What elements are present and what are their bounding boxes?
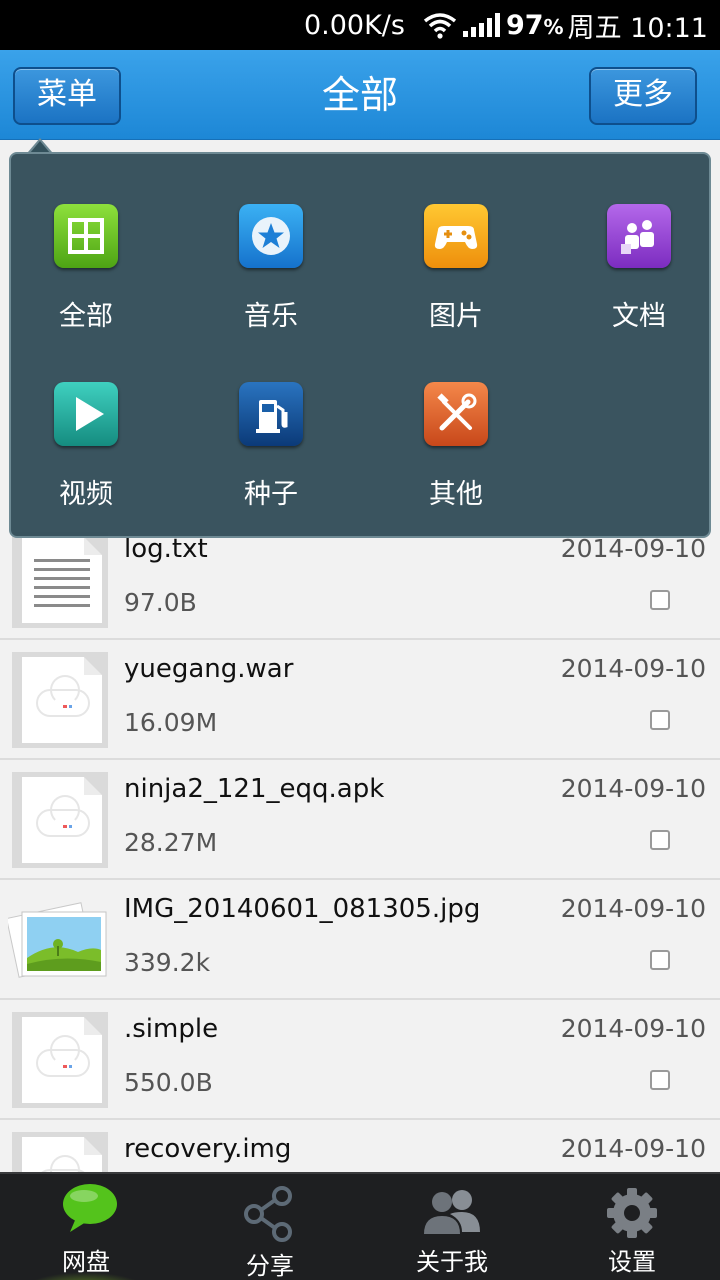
tab-about-me[interactable]: 关于我 xyxy=(362,1174,542,1280)
title-bar: 菜单 全部 更多 xyxy=(0,50,720,140)
bottom-navigation: 网盘 分享 关于我 设置 xyxy=(0,1172,720,1280)
file-row[interactable]: .simple 550.0B 2014-09-10 xyxy=(0,1000,720,1120)
file-row[interactable]: IMG_20140601_081305.jpg 339.2k 2014-09-1… xyxy=(0,880,720,1000)
file-checkbox[interactable] xyxy=(650,950,670,970)
file-size: 339.2k xyxy=(124,948,211,977)
generic-file-icon xyxy=(12,772,108,868)
menu-item-label: 音乐 xyxy=(244,301,298,332)
file-date: 2014-09-10 xyxy=(560,654,706,683)
file-size: 550.0B xyxy=(124,1068,213,1097)
menu-item-all[interactable]: 全部 xyxy=(11,204,161,364)
menu-item-label: 图片 xyxy=(429,301,483,332)
menu-item-label: 文档 xyxy=(612,301,666,332)
chat-bubble-icon xyxy=(63,1184,117,1232)
file-row[interactable]: recovery.img 2014-09-10 xyxy=(0,1120,720,1172)
file-row[interactable]: ninja2_121_eqq.apk 28.27M 2014-09-10 xyxy=(0,760,720,880)
tab-settings[interactable]: 设置 xyxy=(542,1174,720,1280)
network-speed: 0.00K/s xyxy=(303,9,405,41)
tab-label: 分享 xyxy=(246,1252,294,1280)
menu-item-label: 视频 xyxy=(59,479,113,510)
generic-file-icon xyxy=(12,652,108,748)
file-name: .simple xyxy=(124,1014,219,1044)
category-menu: 全部 音乐 图片 文档 视频 种子 其他 xyxy=(9,152,711,538)
file-checkbox[interactable] xyxy=(650,1070,670,1090)
file-checkbox[interactable] xyxy=(650,830,670,850)
share-icon xyxy=(244,1186,292,1242)
menu-item-music[interactable]: 音乐 xyxy=(196,204,346,364)
menu-item-documents[interactable]: 文档 xyxy=(564,204,714,364)
file-name: yuegang.war xyxy=(124,654,294,684)
generic-file-icon xyxy=(12,1012,108,1108)
menu-item-label: 全部 xyxy=(59,301,113,332)
signal-icon xyxy=(462,13,500,37)
menu-item-pictures[interactable]: 图片 xyxy=(381,204,531,364)
menu-item-label: 其他 xyxy=(429,479,483,510)
file-name: IMG_20140601_081305.jpg xyxy=(124,894,481,924)
file-checkbox[interactable] xyxy=(650,590,670,610)
grid-icon xyxy=(54,204,118,268)
fuel-icon xyxy=(239,382,303,446)
text-file-icon xyxy=(12,532,108,628)
menu-item-label: 种子 xyxy=(244,479,298,510)
file-size: 16.09M xyxy=(124,708,218,737)
file-date: 2014-09-10 xyxy=(560,1014,706,1043)
users-icon xyxy=(424,1190,480,1234)
generic-file-icon xyxy=(12,1132,108,1172)
file-date: 2014-09-10 xyxy=(560,534,706,563)
menu-item-video[interactable]: 视频 xyxy=(11,382,161,542)
file-size: 97.0B xyxy=(124,588,197,617)
tab-netdisk[interactable]: 网盘 xyxy=(0,1174,180,1280)
wifi-icon xyxy=(423,11,457,39)
file-name: recovery.img xyxy=(124,1134,292,1164)
gear-icon xyxy=(607,1188,657,1238)
file-date: 2014-09-10 xyxy=(560,894,706,923)
more-button[interactable]: 更多 xyxy=(589,67,697,125)
menu-item-torrents[interactable]: 种子 xyxy=(196,382,346,542)
tools-icon xyxy=(424,382,488,446)
tab-label: 设置 xyxy=(608,1248,656,1276)
menu-item-other[interactable]: 其他 xyxy=(381,382,531,542)
tab-label: 关于我 xyxy=(416,1248,488,1276)
popup-pointer xyxy=(28,138,52,153)
tab-label: 网盘 xyxy=(62,1248,110,1276)
clock: 周五 10:11 xyxy=(567,12,708,44)
play-icon xyxy=(54,382,118,446)
star-icon xyxy=(239,204,303,268)
file-size: 28.27M xyxy=(124,828,218,857)
battery-level: 97% xyxy=(505,9,564,41)
gamepad-icon xyxy=(424,204,488,268)
file-name: ninja2_121_eqq.apk xyxy=(124,774,385,804)
tab-share[interactable]: 分享 xyxy=(180,1174,360,1280)
file-checkbox[interactable] xyxy=(650,710,670,730)
file-date: 2014-09-10 xyxy=(560,1134,706,1163)
image-file-icon xyxy=(6,888,112,992)
file-row[interactable]: yuegang.war 16.09M 2014-09-10 xyxy=(0,640,720,760)
status-bar: 0.00K/s 97% 周五 10:11 xyxy=(0,0,720,50)
file-date: 2014-09-10 xyxy=(560,774,706,803)
people-icon xyxy=(607,204,671,268)
